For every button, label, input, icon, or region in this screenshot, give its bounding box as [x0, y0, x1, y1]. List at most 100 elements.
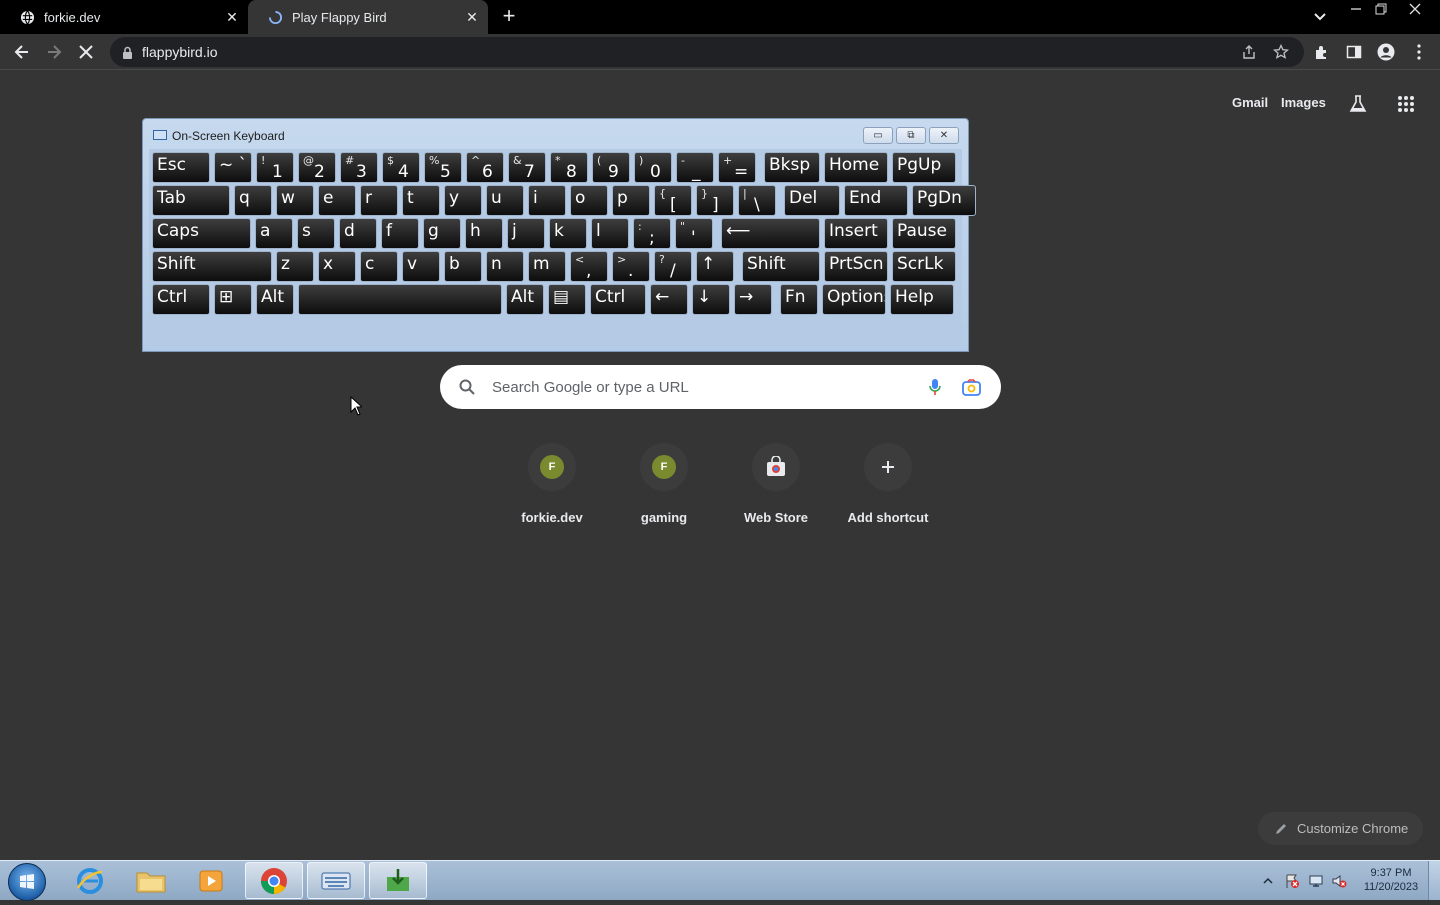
osk-key[interactable]: ←: [650, 284, 688, 315]
osk-key[interactable]: f: [381, 218, 419, 249]
osk-key[interactable]: u: [486, 185, 524, 216]
osk-key[interactable]: o: [570, 185, 608, 216]
osk-key[interactable]: ? /: [654, 251, 692, 282]
osk-key[interactable]: * 8: [550, 152, 588, 183]
osk-key[interactable]: e: [318, 185, 356, 216]
osk-key[interactable]: r: [360, 185, 398, 216]
osk-key[interactable]: z: [276, 251, 314, 282]
osk-key[interactable]: Esc: [152, 152, 210, 183]
side-panel-icon[interactable]: [1342, 40, 1366, 64]
osk-key[interactable]: {[: [654, 185, 692, 216]
osk-key[interactable]: l: [591, 218, 629, 249]
osk-key[interactable]: Shift: [742, 251, 820, 282]
ntp-search-box[interactable]: Search Google or type a URL: [440, 365, 1001, 409]
tab-flappy-bird[interactable]: Play Flappy Bird ✕: [248, 0, 488, 34]
osk-key[interactable]: - _: [676, 152, 714, 183]
osk-key[interactable]: Caps: [152, 218, 251, 249]
osk-key[interactable]: Shift: [152, 251, 272, 282]
osk-close-button[interactable]: ✕: [929, 127, 959, 144]
tab-search-button[interactable]: [1310, 8, 1330, 26]
close-tab-icon[interactable]: ✕: [462, 7, 482, 27]
bookmark-star-icon[interactable]: [1272, 43, 1290, 61]
show-desktop-button[interactable]: [1428, 861, 1440, 900]
osk-key[interactable]: Ctrl: [590, 284, 646, 315]
shortcut-web-store[interactable]: Web Store: [720, 440, 832, 530]
osk-key[interactable]: Bksp: [764, 152, 820, 183]
show-hidden-icons-icon[interactable]: [1260, 873, 1276, 889]
back-button[interactable]: [10, 40, 34, 64]
osk-key[interactable]: h: [465, 218, 503, 249]
forward-button[interactable]: [42, 40, 66, 64]
osk-key[interactable]: ⟵: [721, 218, 820, 249]
chrome-menu-icon[interactable]: [1407, 40, 1431, 64]
stop-loading-button[interactable]: [74, 40, 98, 64]
osk-key[interactable]: w: [276, 185, 314, 216]
osk-key[interactable]: Insert: [824, 218, 888, 249]
add-shortcut-button[interactable]: Add shortcut: [832, 440, 944, 530]
osk-key[interactable]: ~ `: [214, 152, 252, 183]
osk-key[interactable]: + =: [718, 152, 756, 183]
osk-key[interactable]: ScrLk: [892, 251, 956, 282]
google-lens-camera-icon[interactable]: [961, 377, 981, 397]
tab-forkie[interactable]: forkie.dev ✕: [0, 0, 248, 34]
voice-search-mic-icon[interactable]: [925, 377, 945, 397]
osk-key[interactable]: Tab: [152, 185, 230, 216]
address-bar[interactable]: flappybird.io: [110, 37, 1304, 67]
close-tab-icon[interactable]: ✕: [222, 7, 242, 27]
osk-key[interactable]: >.: [612, 251, 650, 282]
osk-key[interactable]: ^ 6: [466, 152, 504, 183]
osk-key[interactable]: Home: [824, 152, 888, 183]
osk-key[interactable]: }]: [696, 185, 734, 216]
osk-key[interactable]: :;: [633, 218, 671, 249]
osk-key[interactable]: [298, 284, 502, 315]
start-button[interactable]: [8, 863, 46, 901]
osk-key[interactable]: PgUp: [892, 152, 956, 183]
google-apps-icon[interactable]: [1394, 92, 1418, 116]
osk-key[interactable]: →: [734, 284, 772, 315]
osk-key[interactable]: | \: [738, 185, 776, 216]
osk-key[interactable]: (9: [592, 152, 630, 183]
images-link[interactable]: Images: [1281, 95, 1326, 110]
shortcut-gaming[interactable]: F gaming: [608, 440, 720, 530]
lock-icon[interactable]: [120, 45, 134, 59]
profile-avatar-icon[interactable]: [1374, 40, 1398, 64]
osk-key[interactable]: $4: [382, 152, 420, 183]
osk-key[interactable]: t: [402, 185, 440, 216]
osk-key[interactable]: d: [339, 218, 377, 249]
file-explorer-taskbar-icon[interactable]: [122, 862, 180, 899]
osk-key[interactable]: ! 1: [256, 152, 294, 183]
gmail-link[interactable]: Gmail: [1232, 95, 1268, 110]
osk-key[interactable]: Pause: [892, 218, 956, 249]
osk-key[interactable]: b: [444, 251, 482, 282]
window-minimize-button[interactable]: [1343, 0, 1369, 18]
osk-key[interactable]: Del: [784, 185, 840, 216]
osk-key[interactable]: @2: [298, 152, 336, 183]
extensions-icon[interactable]: [1310, 40, 1334, 64]
osk-key[interactable]: End: [844, 185, 908, 216]
labs-flask-icon[interactable]: [1346, 92, 1370, 116]
network-icon[interactable]: [1308, 873, 1324, 889]
window-close-button[interactable]: [1402, 0, 1428, 18]
osk-key[interactable]: ⊞: [214, 284, 252, 315]
media-player-taskbar-icon[interactable]: [182, 862, 240, 899]
osk-key[interactable]: Alt: [256, 284, 294, 315]
chrome-taskbar-icon[interactable]: [245, 862, 303, 899]
osk-key[interactable]: a: [255, 218, 293, 249]
shortcut-forkie-dev[interactable]: F forkie.dev: [496, 440, 608, 530]
window-restore-button[interactable]: [1368, 0, 1394, 18]
osk-key[interactable]: y: [444, 185, 482, 216]
osk-key[interactable]: q: [234, 185, 272, 216]
osk-key[interactable]: s: [297, 218, 335, 249]
osk-minimize-button[interactable]: ▭: [863, 127, 893, 144]
osk-key[interactable]: ↑: [696, 251, 734, 282]
osk-maximize-button[interactable]: ⧉: [896, 127, 926, 144]
osk-key[interactable]: k: [549, 218, 587, 249]
osk-key[interactable]: #3: [340, 152, 378, 183]
osk-key[interactable]: <,: [570, 251, 608, 282]
customize-chrome-button[interactable]: Customize Chrome: [1258, 812, 1423, 845]
osk-key[interactable]: x: [318, 251, 356, 282]
share-icon[interactable]: [1240, 43, 1258, 61]
osk-key[interactable]: % 5: [424, 152, 462, 183]
osk-key[interactable]: Alt: [506, 284, 544, 315]
osk-key[interactable]: & 7: [508, 152, 546, 183]
